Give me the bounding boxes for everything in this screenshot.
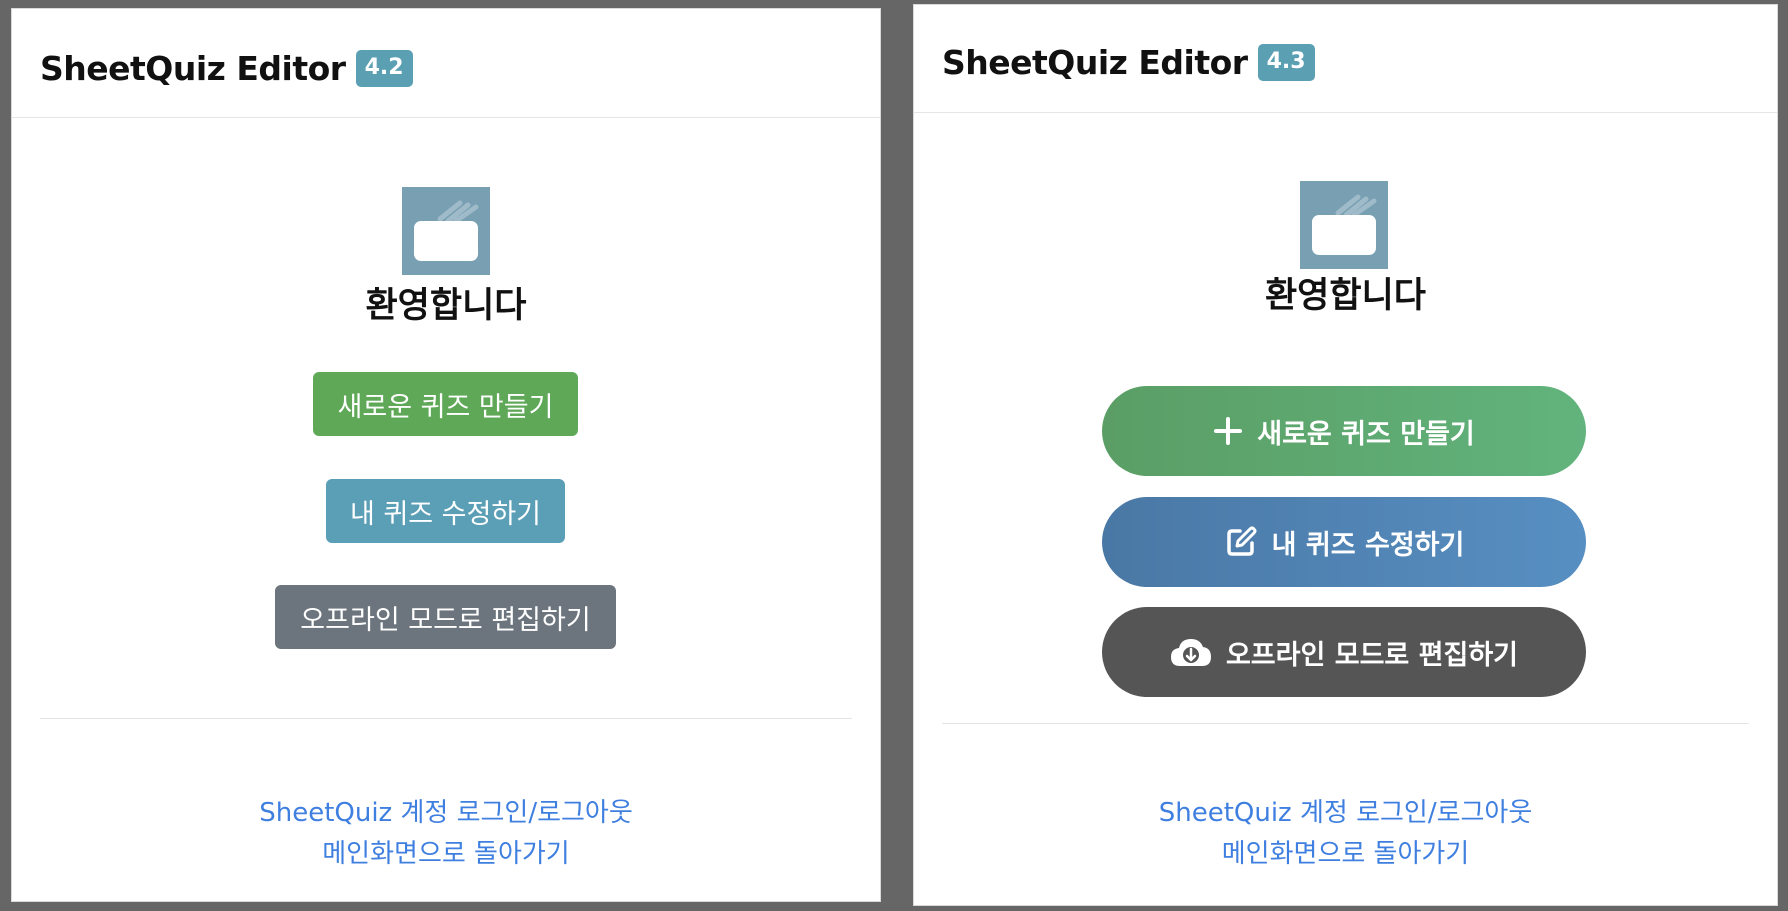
new-quiz-button[interactable]: 새로운 퀴즈 만들기 xyxy=(313,372,578,436)
welcome-heading: 환영합니다 xyxy=(365,286,527,326)
account-login-link[interactable]: SheetQuiz 계정 로그인/로그아웃 xyxy=(12,793,880,834)
offline-edit-button[interactable]: 오프라인 모드로 편집하기 xyxy=(1102,607,1586,697)
account-login-link[interactable]: SheetQuiz 계정 로그인/로그아웃 xyxy=(914,793,1777,834)
dialog-header: SheetQuiz Editor 4.2 xyxy=(12,9,880,118)
sheetquiz-logo-icon xyxy=(1300,181,1388,269)
offline-edit-label: 오프라인 모드로 편집하기 xyxy=(1225,639,1519,671)
app-title: SheetQuiz Editor xyxy=(942,43,1248,82)
app-title: SheetQuiz Editor xyxy=(40,49,346,88)
footer-links: SheetQuiz 계정 로그인/로그아웃 메인화면으로 돌아가기 xyxy=(12,793,880,875)
cloud-download-icon xyxy=(1170,636,1212,668)
edit-icon xyxy=(1224,525,1258,559)
welcome-heading: 환영합니다 xyxy=(1264,276,1426,316)
footer-links: SheetQuiz 계정 로그인/로그아웃 메인화면으로 돌아가기 xyxy=(914,793,1777,875)
dialog-header: SheetQuiz Editor 4.3 xyxy=(914,5,1777,113)
divider xyxy=(40,718,852,719)
edit-quiz-label: 내 퀴즈 수정하기 xyxy=(349,498,542,530)
new-quiz-label: 새로운 퀴즈 만들기 xyxy=(1257,418,1475,450)
back-to-main-link[interactable]: 메인화면으로 돌아가기 xyxy=(914,834,1777,875)
edit-quiz-button[interactable]: 내 퀴즈 수정하기 xyxy=(326,479,565,543)
version-badge: 4.2 xyxy=(355,50,413,87)
plus-icon xyxy=(1213,416,1243,446)
title-group: SheetQuiz Editor 4.3 xyxy=(942,43,1315,82)
new-quiz-label: 새로운 퀴즈 만들기 xyxy=(337,391,554,423)
editor-dialog-v42: SheetQuiz Editor 4.2 환영합니다 새로운 퀴즈 만들기 내 … xyxy=(11,8,881,902)
offline-edit-label: 오프라인 모드로 편집하기 xyxy=(300,604,591,636)
new-quiz-button[interactable]: 새로운 퀴즈 만들기 xyxy=(1102,386,1586,476)
edit-quiz-label: 내 퀴즈 수정하기 xyxy=(1271,529,1465,561)
divider xyxy=(942,723,1749,724)
version-badge: 4.3 xyxy=(1257,44,1315,81)
sheetquiz-logo-icon xyxy=(402,187,490,275)
title-group: SheetQuiz Editor 4.2 xyxy=(40,49,413,88)
offline-edit-button[interactable]: 오프라인 모드로 편집하기 xyxy=(275,585,616,649)
edit-quiz-button[interactable]: 내 퀴즈 수정하기 xyxy=(1102,497,1586,587)
editor-dialog-v43: SheetQuiz Editor 4.3 환영합니다 새로운 퀴즈 만들기 내 … xyxy=(913,4,1778,906)
back-to-main-link[interactable]: 메인화면으로 돌아가기 xyxy=(12,834,880,875)
